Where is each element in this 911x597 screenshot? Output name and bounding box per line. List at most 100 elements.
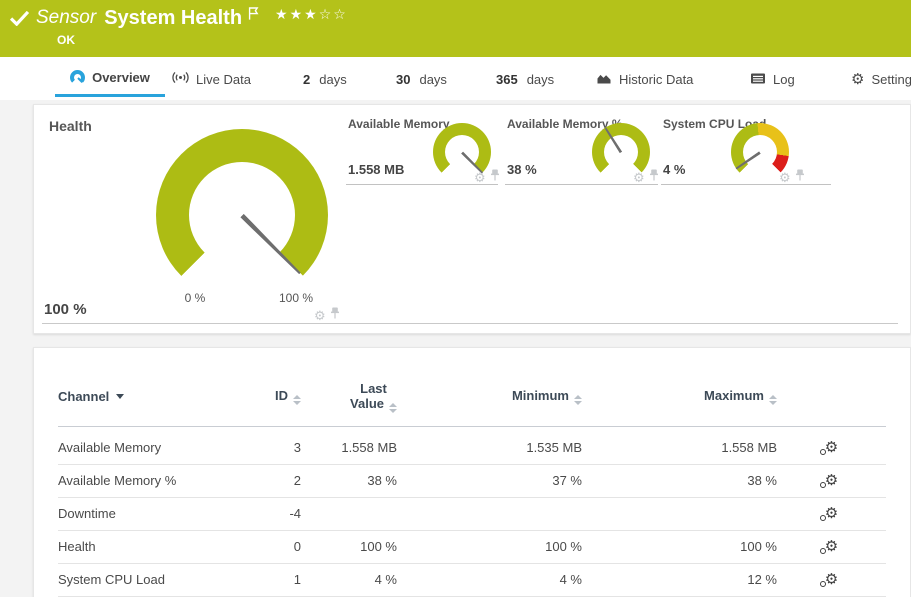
sort-desc-icon	[116, 394, 124, 399]
table-row: Downtime -4 ⚙	[58, 497, 886, 530]
gauge-needle	[735, 151, 761, 170]
gauge-needle	[461, 151, 484, 174]
tab-30-days[interactable]: 30 days	[396, 61, 447, 97]
flag-icon[interactable]	[248, 7, 259, 25]
column-header-actions	[777, 368, 886, 426]
tab-365-days[interactable]: 365 days	[496, 61, 554, 97]
channel-id: 1	[244, 563, 301, 596]
mini-gauge-available-memory-pct: Available Memory % 38 % ⚙	[505, 115, 658, 185]
gauge-pin-icon[interactable]	[795, 168, 805, 186]
gauge-scale-max: 100 %	[271, 291, 321, 305]
tab-2-days-unit: days	[319, 72, 346, 87]
health-gauge	[156, 129, 328, 301]
channel-settings-icon[interactable]: ⚙	[825, 572, 838, 587]
gauge-settings-gear-icon[interactable]: ⚙	[633, 171, 645, 184]
settings-gear-icon: ⚙	[851, 72, 864, 87]
channel-minimum: 1.535 MB	[397, 426, 582, 464]
tab-historic-data-label: Historic Data	[619, 72, 693, 87]
channel-minimum: 4 %	[397, 563, 582, 596]
channel-name: Health	[58, 530, 244, 563]
channel-maximum: 100 %	[582, 530, 777, 563]
channel-id: 2	[244, 464, 301, 497]
sort-icon	[389, 403, 397, 413]
column-header-id[interactable]: ID	[244, 368, 301, 426]
tab-historic-data[interactable]: Historic Data	[596, 61, 693, 97]
channel-settings-icon[interactable]: ⚙	[825, 473, 838, 488]
gauge-settings-gear-icon[interactable]: ⚙	[314, 309, 326, 322]
sensor-header: Sensor System Health ★★★☆☆ OK	[0, 0, 911, 57]
mini-gauge-value: 4 %	[663, 162, 685, 177]
channel-id: -4	[244, 497, 301, 530]
stars-empty: ☆☆	[319, 6, 348, 22]
channel-name: Downtime	[58, 497, 244, 530]
table-row: Available Memory 3 1.558 MB 1.535 MB 1.5…	[58, 426, 886, 464]
channel-id: 0	[244, 530, 301, 563]
channel-last-value	[301, 497, 397, 530]
tab-30-days-unit: days	[419, 72, 446, 87]
column-header-minimum[interactable]: Minimum	[397, 368, 582, 426]
tab-bar: Overview Live Data 2 days 30 days 365 da…	[0, 57, 911, 100]
historic-chart-icon	[596, 71, 612, 88]
tab-settings[interactable]: ⚙ Settings	[851, 61, 911, 97]
mini-gauge-available-memory: Available Memory 1.558 MB ⚙	[346, 115, 498, 185]
gauge-pin-icon[interactable]	[490, 168, 500, 186]
sort-icon	[769, 395, 777, 405]
table-row: Health 0 100 % 100 % 100 % ⚙	[58, 530, 886, 563]
tab-365-days-number: 365	[496, 72, 518, 87]
channel-settings-icon[interactable]: ⚙	[825, 539, 838, 554]
channels-panel: Channel ID Last Value Minimum Maximum	[33, 347, 911, 597]
tab-live-data-label: Live Data	[196, 72, 251, 87]
mini-gauge-system-cpu-load: System CPU Load 4 % ⚙	[661, 115, 831, 185]
channel-last-value: 1.558 MB	[301, 426, 397, 464]
mini-gauge-value: 38 %	[507, 162, 537, 177]
primary-gauge-title: Health	[49, 118, 92, 134]
gauge-pin-icon[interactable]	[649, 168, 659, 186]
object-kind-label: Sensor	[36, 6, 96, 30]
channel-maximum: 1.558 MB	[582, 426, 777, 464]
channel-last-value: 100 %	[301, 530, 397, 563]
sensor-status-text: OK	[57, 33, 348, 47]
gauge-needle	[240, 214, 302, 276]
column-header-last-value[interactable]: Last Value	[301, 368, 397, 426]
gauge-settings-gear-icon[interactable]: ⚙	[779, 171, 791, 184]
channel-last-value: 38 %	[301, 464, 397, 497]
tab-live-data[interactable]: Live Data	[172, 61, 251, 97]
tab-log-label: Log	[773, 72, 795, 87]
gauge-settings-gear-icon[interactable]: ⚙	[474, 171, 486, 184]
priority-stars[interactable]: ★★★☆☆	[275, 6, 348, 22]
gauge-footer-divider	[42, 323, 898, 324]
gauge-icon	[70, 70, 85, 85]
stars-filled: ★★★	[275, 6, 319, 22]
column-header-channel[interactable]: Channel	[58, 368, 244, 426]
sensor-title: System Health	[104, 6, 242, 30]
status-ok-check-icon	[10, 11, 29, 31]
gauge-pin-icon[interactable]	[330, 306, 340, 324]
channel-minimum: 100 %	[397, 530, 582, 563]
sort-icon	[293, 395, 301, 405]
channel-settings-icon[interactable]: ⚙	[825, 506, 838, 521]
mini-gauge-title: Available Memory	[348, 117, 450, 131]
channel-id: 3	[244, 426, 301, 464]
table-row: System CPU Load 1 4 % 4 % 12 % ⚙	[58, 563, 886, 596]
channel-last-value: 4 %	[301, 563, 397, 596]
channel-name: Available Memory %	[58, 464, 244, 497]
live-data-icon	[172, 71, 189, 87]
tab-30-days-number: 30	[396, 72, 410, 87]
primary-gauge-value: 100 %	[44, 301, 87, 318]
available-memory-gauge	[433, 123, 491, 181]
tab-2-days[interactable]: 2 days	[303, 61, 347, 97]
channels-table: Channel ID Last Value Minimum Maximum	[58, 368, 886, 597]
tab-overview[interactable]: Overview	[55, 61, 165, 97]
gauge-needle	[604, 127, 622, 153]
column-header-maximum[interactable]: Maximum	[582, 368, 777, 426]
table-row: Available Memory % 2 38 % 37 % 38 % ⚙	[58, 464, 886, 497]
tab-overview-label: Overview	[92, 70, 150, 85]
tab-2-days-number: 2	[303, 72, 310, 87]
sort-icon	[574, 395, 582, 405]
channel-name: Available Memory	[58, 426, 244, 464]
channel-maximum	[582, 497, 777, 530]
tab-settings-label: Settings	[871, 72, 911, 87]
channel-settings-icon[interactable]: ⚙	[825, 440, 838, 455]
tab-log[interactable]: Log	[750, 61, 795, 97]
channel-maximum: 12 %	[582, 563, 777, 596]
